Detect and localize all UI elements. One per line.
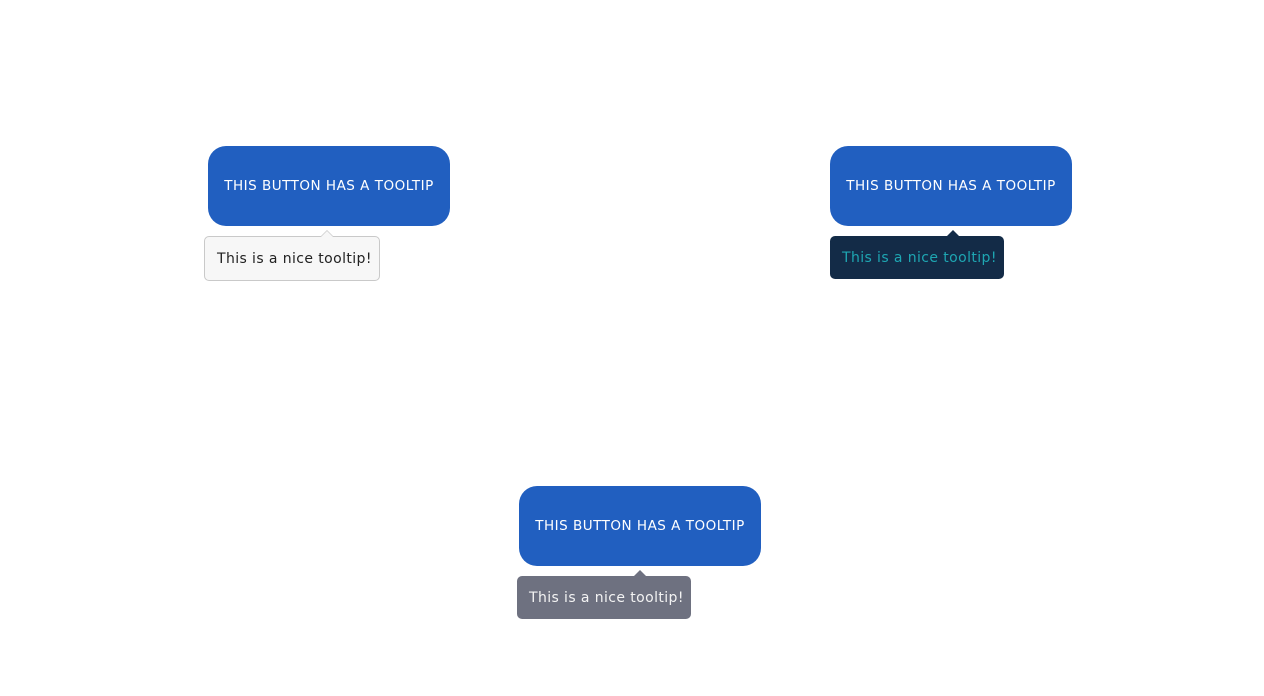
- tooltip-arrow: [321, 231, 333, 237]
- tooltip-text: This is a nice tooltip!: [842, 249, 997, 266]
- tooltip-button[interactable]: THIS BUTTON HAS A TOOLTIP: [208, 146, 450, 226]
- tooltip-gray: This is a nice tooltip!: [517, 570, 691, 619]
- tooltip-dark: This is a nice tooltip!: [830, 230, 1004, 279]
- tooltip-arrow: [946, 230, 960, 237]
- tooltip-demo-stage: THIS BUTTON HAS A TOOLTIP This is a nice…: [0, 0, 1264, 696]
- tooltip-button[interactable]: THIS BUTTON HAS A TOOLTIP: [830, 146, 1072, 226]
- tooltip-light: This is a nice tooltip!: [204, 230, 380, 281]
- tooltip-text: This is a nice tooltip!: [529, 589, 684, 606]
- tooltip-text: This is a nice tooltip!: [217, 250, 372, 267]
- tooltip-arrow: [633, 570, 647, 577]
- tooltip-button[interactable]: THIS BUTTON HAS A TOOLTIP: [519, 486, 761, 566]
